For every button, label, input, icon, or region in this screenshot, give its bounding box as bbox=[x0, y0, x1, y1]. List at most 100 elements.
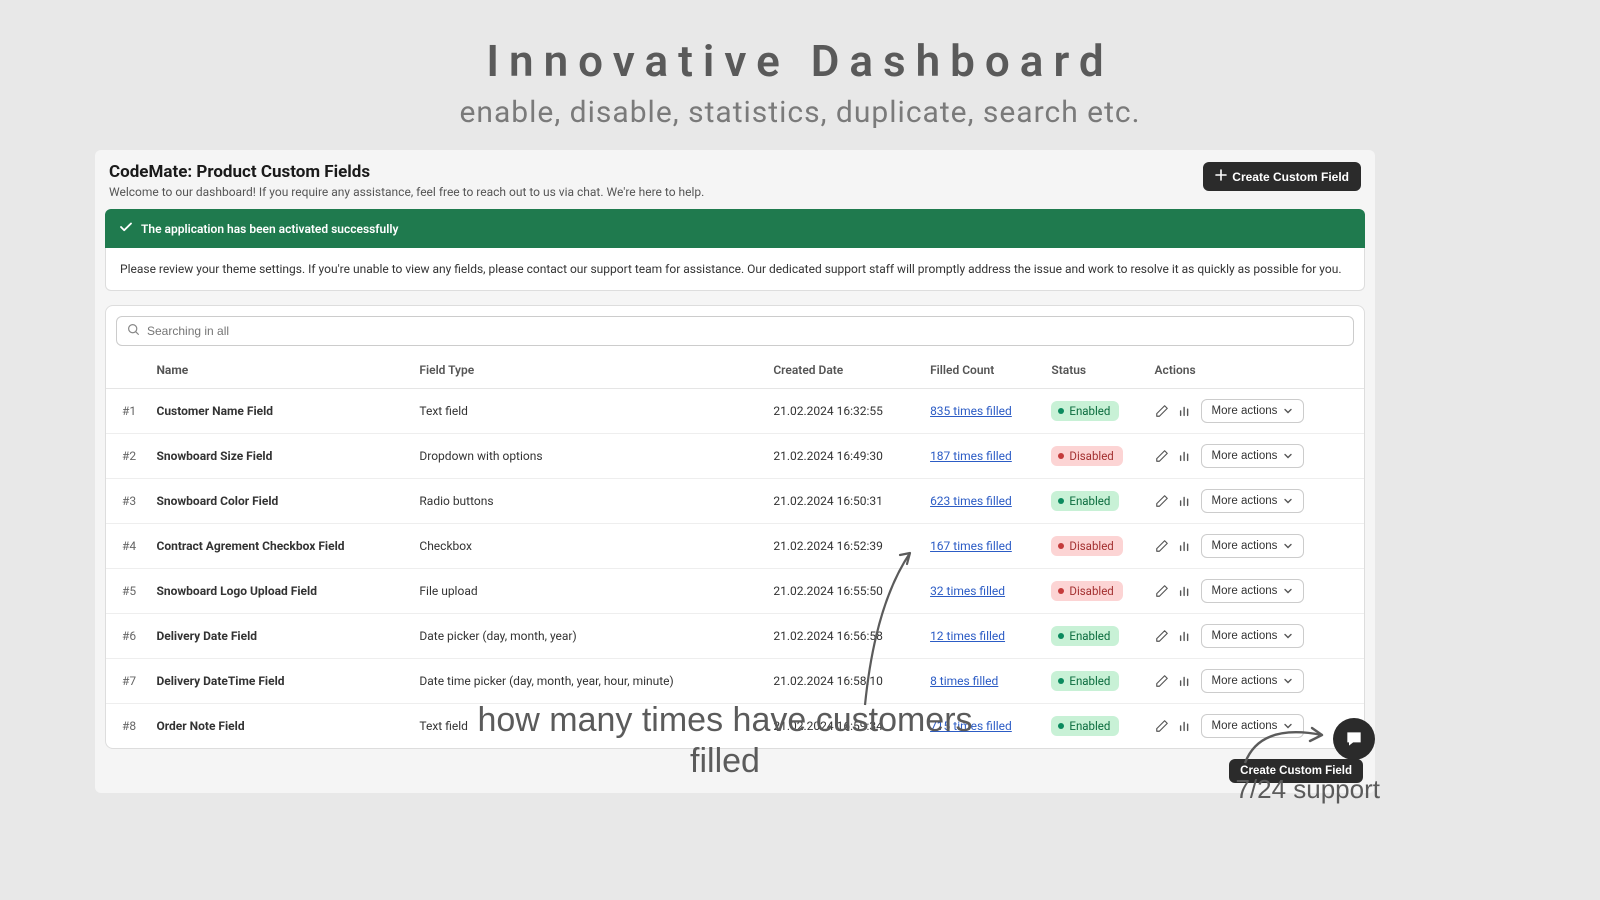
stats-icon[interactable] bbox=[1178, 539, 1193, 554]
row-date: 21.02.2024 16:52:39 bbox=[765, 524, 922, 569]
annotation-support-text: 7/24 support bbox=[1235, 774, 1380, 805]
status-badge: Enabled bbox=[1051, 671, 1119, 691]
stats-icon[interactable] bbox=[1178, 719, 1193, 734]
edit-icon[interactable] bbox=[1155, 494, 1170, 509]
row-date: 21.02.2024 16:50:31 bbox=[765, 479, 922, 524]
row-name: Delivery DateTime Field bbox=[148, 659, 411, 704]
more-actions-button[interactable]: More actions bbox=[1201, 669, 1305, 693]
chevron-down-icon bbox=[1283, 496, 1293, 506]
edit-icon[interactable] bbox=[1155, 404, 1170, 419]
row-date: 21.02.2024 16:49:30 bbox=[765, 434, 922, 479]
more-actions-button[interactable]: More actions bbox=[1201, 714, 1305, 738]
edit-icon[interactable] bbox=[1155, 719, 1170, 734]
status-badge: Enabled bbox=[1051, 401, 1119, 421]
edit-icon[interactable] bbox=[1155, 539, 1170, 554]
welcome-text: Welcome to our dashboard! If you require… bbox=[109, 185, 704, 199]
edit-icon[interactable] bbox=[1155, 584, 1170, 599]
row-name: Snowboard Size Field bbox=[148, 434, 411, 479]
filled-count-link[interactable]: 187 times filled bbox=[930, 449, 1012, 463]
status-badge: Disabled bbox=[1051, 446, 1122, 466]
row-index: #7 bbox=[106, 659, 148, 704]
row-type: Radio buttons bbox=[411, 479, 765, 524]
col-name: Name bbox=[148, 352, 411, 389]
header-row: CodeMate: Product Custom Fields Welcome … bbox=[105, 162, 1365, 209]
more-actions-button[interactable]: More actions bbox=[1201, 624, 1305, 648]
chevron-down-icon bbox=[1283, 451, 1293, 461]
row-date: 21.02.2024 16:55:50 bbox=[765, 569, 922, 614]
table-row: #7Delivery DateTime FieldDate time picke… bbox=[106, 659, 1364, 704]
row-type: Date time picker (day, month, year, hour… bbox=[411, 659, 765, 704]
check-icon bbox=[119, 220, 133, 237]
alert-body: Please review your theme settings. If yo… bbox=[105, 248, 1365, 291]
more-actions-button[interactable]: More actions bbox=[1201, 579, 1305, 603]
row-name: Delivery Date Field bbox=[148, 614, 411, 659]
row-type: Checkbox bbox=[411, 524, 765, 569]
row-date: 21.02.2024 16:56:58 bbox=[765, 614, 922, 659]
row-name: Order Note Field bbox=[148, 704, 411, 749]
row-index: #6 bbox=[106, 614, 148, 659]
page-title: CodeMate: Product Custom Fields bbox=[109, 162, 704, 182]
search-input-wrapper[interactable] bbox=[116, 316, 1354, 346]
row-name: Customer Name Field bbox=[148, 389, 411, 434]
row-index: #4 bbox=[106, 524, 148, 569]
row-type: Dropdown with options bbox=[411, 434, 765, 479]
status-dot-icon bbox=[1058, 633, 1064, 639]
chat-button[interactable] bbox=[1333, 718, 1375, 760]
status-badge: Enabled bbox=[1051, 626, 1119, 646]
marketing-subtitle: enable, disable, statistics, duplicate, … bbox=[0, 95, 1600, 130]
edit-icon[interactable] bbox=[1155, 629, 1170, 644]
filled-count-link[interactable]: 8 times filled bbox=[930, 674, 998, 688]
row-index: #2 bbox=[106, 434, 148, 479]
filled-count-link[interactable]: 12 times filled bbox=[930, 629, 1005, 643]
row-type: File upload bbox=[411, 569, 765, 614]
table-row: #2Snowboard Size FieldDropdown with opti… bbox=[106, 434, 1364, 479]
filled-count-link[interactable]: 167 times filled bbox=[930, 539, 1012, 553]
create-button-label: Create Custom Field bbox=[1232, 170, 1349, 184]
status-dot-icon bbox=[1058, 408, 1064, 414]
create-custom-field-button[interactable]: Create Custom Field bbox=[1203, 162, 1361, 191]
table-row: #6Delivery Date FieldDate picker (day, m… bbox=[106, 614, 1364, 659]
row-type: Date picker (day, month, year) bbox=[411, 614, 765, 659]
status-dot-icon bbox=[1058, 498, 1064, 504]
table-row: #1Customer Name FieldText field21.02.202… bbox=[106, 389, 1364, 434]
filled-count-link[interactable]: 32 times filled bbox=[930, 584, 1005, 598]
filled-count-link[interactable]: 835 times filled bbox=[930, 404, 1012, 418]
marketing-header: Innovative Dashboard enable, disable, st… bbox=[0, 0, 1600, 130]
stats-icon[interactable] bbox=[1178, 629, 1193, 644]
filled-count-link[interactable]: 623 times filled bbox=[930, 494, 1012, 508]
stats-icon[interactable] bbox=[1178, 449, 1193, 464]
row-index: #3 bbox=[106, 479, 148, 524]
col-status: Status bbox=[1043, 352, 1146, 389]
col-type: Field Type bbox=[411, 352, 765, 389]
search-input[interactable] bbox=[147, 324, 1343, 338]
more-actions-button[interactable]: More actions bbox=[1201, 534, 1305, 558]
status-dot-icon bbox=[1058, 453, 1064, 459]
edit-icon[interactable] bbox=[1155, 674, 1170, 689]
stats-icon[interactable] bbox=[1178, 584, 1193, 599]
row-name: Snowboard Color Field bbox=[148, 479, 411, 524]
status-dot-icon bbox=[1058, 588, 1064, 594]
alert-success-banner: The application has been activated succe… bbox=[105, 209, 1365, 248]
row-date: 21.02.2024 16:58:10 bbox=[765, 659, 922, 704]
stats-icon[interactable] bbox=[1178, 674, 1193, 689]
more-actions-button[interactable]: More actions bbox=[1201, 489, 1305, 513]
edit-icon[interactable] bbox=[1155, 449, 1170, 464]
more-actions-button[interactable]: More actions bbox=[1201, 444, 1305, 468]
annotation-filled-text: how many times have customers filled bbox=[465, 700, 985, 782]
status-badge: Disabled bbox=[1051, 581, 1122, 601]
more-actions-button[interactable]: More actions bbox=[1201, 399, 1305, 423]
plus-icon bbox=[1215, 169, 1227, 184]
status-dot-icon bbox=[1058, 543, 1064, 549]
status-badge: Enabled bbox=[1051, 491, 1119, 511]
chevron-down-icon bbox=[1283, 721, 1293, 731]
col-date: Created Date bbox=[765, 352, 922, 389]
stats-icon[interactable] bbox=[1178, 404, 1193, 419]
status-dot-icon bbox=[1058, 723, 1064, 729]
chevron-down-icon bbox=[1283, 586, 1293, 596]
row-date: 21.02.2024 16:32:55 bbox=[765, 389, 922, 434]
status-dot-icon bbox=[1058, 678, 1064, 684]
stats-icon[interactable] bbox=[1178, 494, 1193, 509]
fields-table: Name Field Type Created Date Filled Coun… bbox=[106, 352, 1364, 748]
app-frame: CodeMate: Product Custom Fields Welcome … bbox=[95, 150, 1375, 793]
marketing-title: Innovative Dashboard bbox=[0, 35, 1600, 87]
